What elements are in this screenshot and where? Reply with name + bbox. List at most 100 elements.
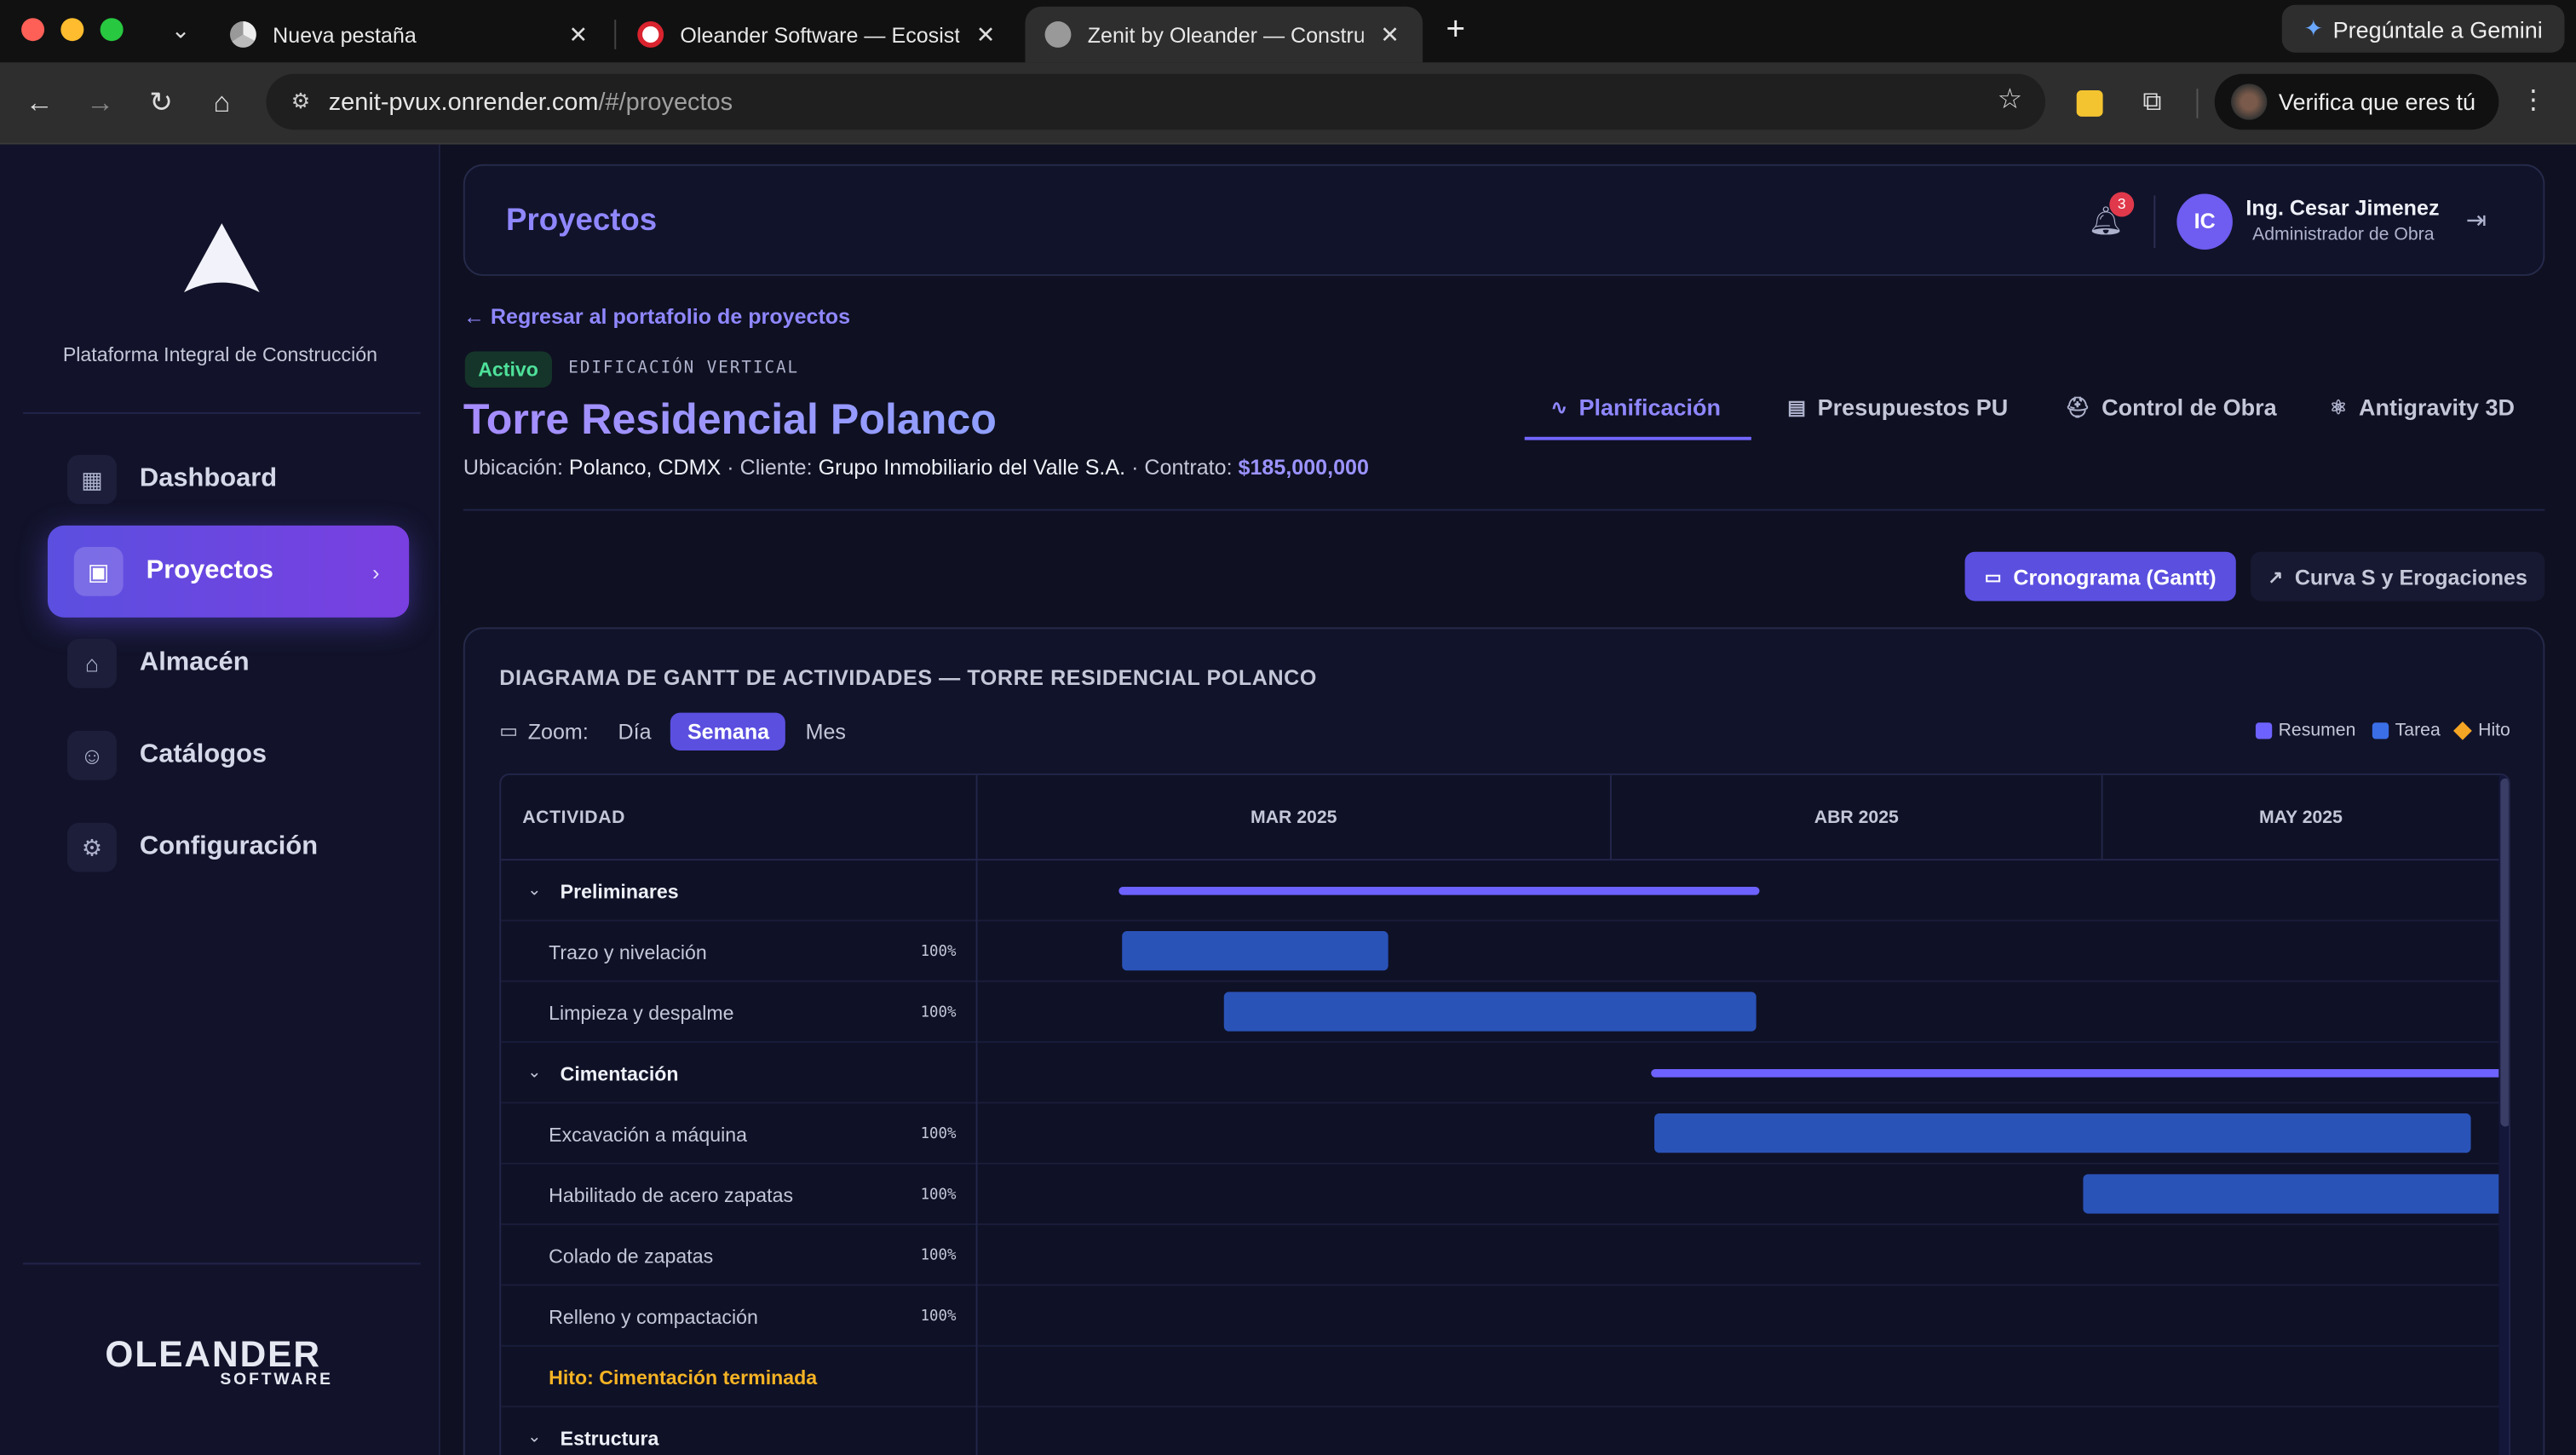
calculator-icon: ▤ bbox=[1787, 395, 1807, 419]
arrow-left-icon: ← bbox=[463, 303, 485, 329]
browser-tab-new[interactable]: Nueva pestaña ✕ bbox=[210, 7, 612, 63]
user-name: Ing. Cesar Jimenez bbox=[2245, 195, 2440, 221]
location-label: Ubicación: bbox=[463, 454, 563, 480]
sidebar-item-proyectos[interactable]: ▣ Proyectos › bbox=[47, 525, 410, 618]
new-tab-icon[interactable]: + bbox=[1439, 11, 1472, 47]
legend-swatch bbox=[2255, 722, 2272, 739]
url-path: /#/proyectos bbox=[598, 88, 733, 116]
task-bar[interactable] bbox=[1223, 992, 1757, 1032]
extensions-puzzle-icon[interactable]: ⧉ bbox=[2132, 83, 2171, 123]
chevron-down-icon[interactable]: ⌄ bbox=[527, 1064, 541, 1082]
browser-tab-zenit[interactable]: Zenit by Oleander — Construcción ✕ bbox=[1025, 6, 1423, 63]
sidebar-item-catalogos[interactable]: ☺ Catálogos bbox=[48, 710, 409, 802]
gantt-task-row[interactable]: Colado de zapatas 100% bbox=[501, 1225, 2499, 1286]
tab-presupuestos[interactable]: ▤ Presupuestos PU bbox=[1787, 375, 2008, 440]
zoom-month-button[interactable]: Mes bbox=[789, 712, 862, 750]
home-icon[interactable]: ⌂ bbox=[202, 83, 241, 123]
warehouse-icon: ⌂ bbox=[67, 638, 117, 688]
dashboard-icon: ▦ bbox=[67, 454, 117, 504]
month-header: MAY 2025 bbox=[2102, 775, 2499, 861]
platform-label: Plataforma Integral de Construcción bbox=[62, 342, 378, 366]
milestone-name: Hito: Cimentación terminada bbox=[549, 1365, 818, 1389]
minimize-window-button[interactable] bbox=[60, 18, 84, 42]
task-bar[interactable] bbox=[2083, 1174, 2499, 1214]
verify-profile-button[interactable]: Verifica que eres tú bbox=[2214, 73, 2499, 130]
sidebar-divider bbox=[22, 1262, 421, 1265]
back-link-label: Regresar al portafolio de proyectos bbox=[490, 303, 851, 329]
gear-icon: ⚙ bbox=[67, 822, 117, 872]
gemini-button[interactable]: ✦ Pregúntale a Gemini bbox=[2281, 4, 2565, 53]
close-tab-icon[interactable]: ✕ bbox=[565, 20, 591, 49]
zenit-logo-icon bbox=[183, 223, 260, 293]
summary-bar[interactable] bbox=[1118, 886, 1760, 895]
curve-s-button[interactable]: ↗ Curva S y Erogaciones bbox=[2251, 551, 2545, 601]
logout-icon[interactable]: ⇥ bbox=[2466, 205, 2487, 235]
task-progress: 100% bbox=[920, 1308, 957, 1325]
zoom-week-button[interactable]: Semana bbox=[670, 711, 786, 751]
legend-summary: Resumen bbox=[2255, 721, 2355, 740]
maximize-window-button[interactable] bbox=[100, 18, 124, 42]
active-tab-underline bbox=[1524, 436, 1751, 440]
tab-antigravity[interactable]: ⚛︎ Antigravity 3D bbox=[2330, 375, 2515, 440]
bookmark-star-icon[interactable]: ☆ bbox=[1998, 83, 2022, 117]
tab-title: Oleander Software — Ecosistema bbox=[680, 22, 960, 47]
gantt-group-row[interactable]: ⌄ Estructura bbox=[501, 1407, 2498, 1455]
tab-control-obra[interactable]: ⛑︎ Control de Obra bbox=[2065, 375, 2276, 440]
forward-arrow-icon[interactable]: → bbox=[80, 83, 119, 123]
gantt-task-row[interactable]: Limpieza y despalme 100% bbox=[501, 981, 2499, 1044]
legend-label: Tarea bbox=[2395, 721, 2441, 741]
gantt-task-row[interactable]: Trazo y nivelación 100% bbox=[501, 921, 2499, 982]
gantt-scroll-thumb[interactable] bbox=[2500, 778, 2509, 1127]
gantt-title: DIAGRAMA DE GANTT DE ACTIVIDADES — TORRE… bbox=[499, 664, 1317, 690]
client-label: · Cliente: bbox=[727, 454, 813, 480]
task-progress: 100% bbox=[920, 1186, 957, 1204]
gantt-group-row[interactable]: ⌄ Preliminares bbox=[501, 860, 2499, 922]
gantt-view-button[interactable]: ▭ Cronograma (Gantt) bbox=[1964, 551, 2236, 601]
row-label: Excavación a máquina 100% bbox=[501, 1103, 978, 1165]
task-name: Habilitado de acero zapatas bbox=[549, 1182, 794, 1206]
legend-swatch bbox=[2372, 722, 2389, 739]
gantt-card: DIAGRAMA DE GANTT DE ACTIVIDADES — TORRE… bbox=[463, 627, 2545, 1455]
avatar[interactable]: IC bbox=[2176, 193, 2233, 250]
gantt-task-row[interactable]: Habilitado de acero zapatas 100% bbox=[501, 1164, 2499, 1226]
tab-planificacion[interactable]: ∿ Planificación bbox=[1551, 375, 1721, 440]
gantt-milestone-row[interactable]: Hito: Cimentación terminada bbox=[501, 1346, 2499, 1408]
legend-label: Hito bbox=[2478, 721, 2510, 741]
legend-task: Tarea bbox=[2372, 721, 2441, 740]
sidebar-item-almacen[interactable]: ⌂ Almacén bbox=[48, 618, 409, 710]
zoom-day-button[interactable]: Día bbox=[601, 712, 668, 750]
project-title: Torre Residencial Polanco bbox=[463, 394, 997, 444]
client-value: Grupo Inmobiliario del Valle S.A. bbox=[818, 454, 1126, 480]
task-name: Colado de zapatas bbox=[549, 1244, 714, 1268]
browser-tab-oleander[interactable]: Oleander Software — Ecosistema ✕ bbox=[618, 7, 1019, 63]
close-tab-icon[interactable]: ✕ bbox=[973, 20, 999, 49]
tab-label: Antigravity 3D bbox=[2358, 394, 2516, 421]
gantt-task-row[interactable]: Relleno y compactación 100% bbox=[501, 1285, 2499, 1347]
sidebar-item-label: Catálogos bbox=[139, 740, 267, 769]
extension-icon[interactable] bbox=[2076, 90, 2103, 117]
close-tab-icon[interactable]: ✕ bbox=[1377, 20, 1403, 49]
gantt-task-row[interactable]: Excavación a máquina 100% bbox=[501, 1103, 2499, 1165]
activity-column-header: ACTIVIDAD bbox=[501, 774, 978, 861]
task-bar[interactable] bbox=[1654, 1113, 2471, 1153]
tab-search-chevron-icon[interactable]: ⌄ bbox=[164, 13, 198, 46]
reload-icon[interactable]: ↻ bbox=[141, 83, 181, 123]
chevron-down-icon[interactable]: ⌄ bbox=[527, 1429, 541, 1446]
sidebar-item-dashboard[interactable]: ▦ Dashboard bbox=[48, 434, 409, 526]
browser-toolbar: ← → ↻ ⌂ ⚙ zenit-pvux.onrender.com/#/proy… bbox=[0, 62, 2576, 145]
back-to-portfolio-link[interactable]: ← Regresar al portafolio de proyectos bbox=[463, 304, 850, 329]
sidebar-item-configuracion[interactable]: ⚙ Configuración bbox=[48, 802, 409, 894]
browser-menu-icon[interactable]: ⋮ bbox=[2520, 83, 2546, 117]
task-name: Excavación a máquina bbox=[549, 1122, 748, 1146]
chevron-down-icon[interactable]: ⌄ bbox=[527, 882, 541, 900]
task-bar[interactable] bbox=[1122, 931, 1389, 971]
trend-up-icon: ↗ bbox=[2268, 567, 2284, 588]
row-label: ⌄ Preliminares bbox=[501, 860, 978, 922]
summary-bar[interactable] bbox=[1651, 1068, 2499, 1078]
address-bar[interactable]: ⚙ zenit-pvux.onrender.com/#/proyectos ☆ bbox=[266, 73, 2046, 130]
back-arrow-icon[interactable]: ← bbox=[20, 83, 59, 123]
close-window-button[interactable] bbox=[21, 18, 45, 42]
gantt-group-row[interactable]: ⌄ Cimentación bbox=[501, 1043, 2499, 1104]
url-text: zenit-pvux.onrender.com/#/proyectos bbox=[329, 88, 733, 116]
site-settings-icon[interactable]: ⚙ bbox=[279, 89, 322, 115]
